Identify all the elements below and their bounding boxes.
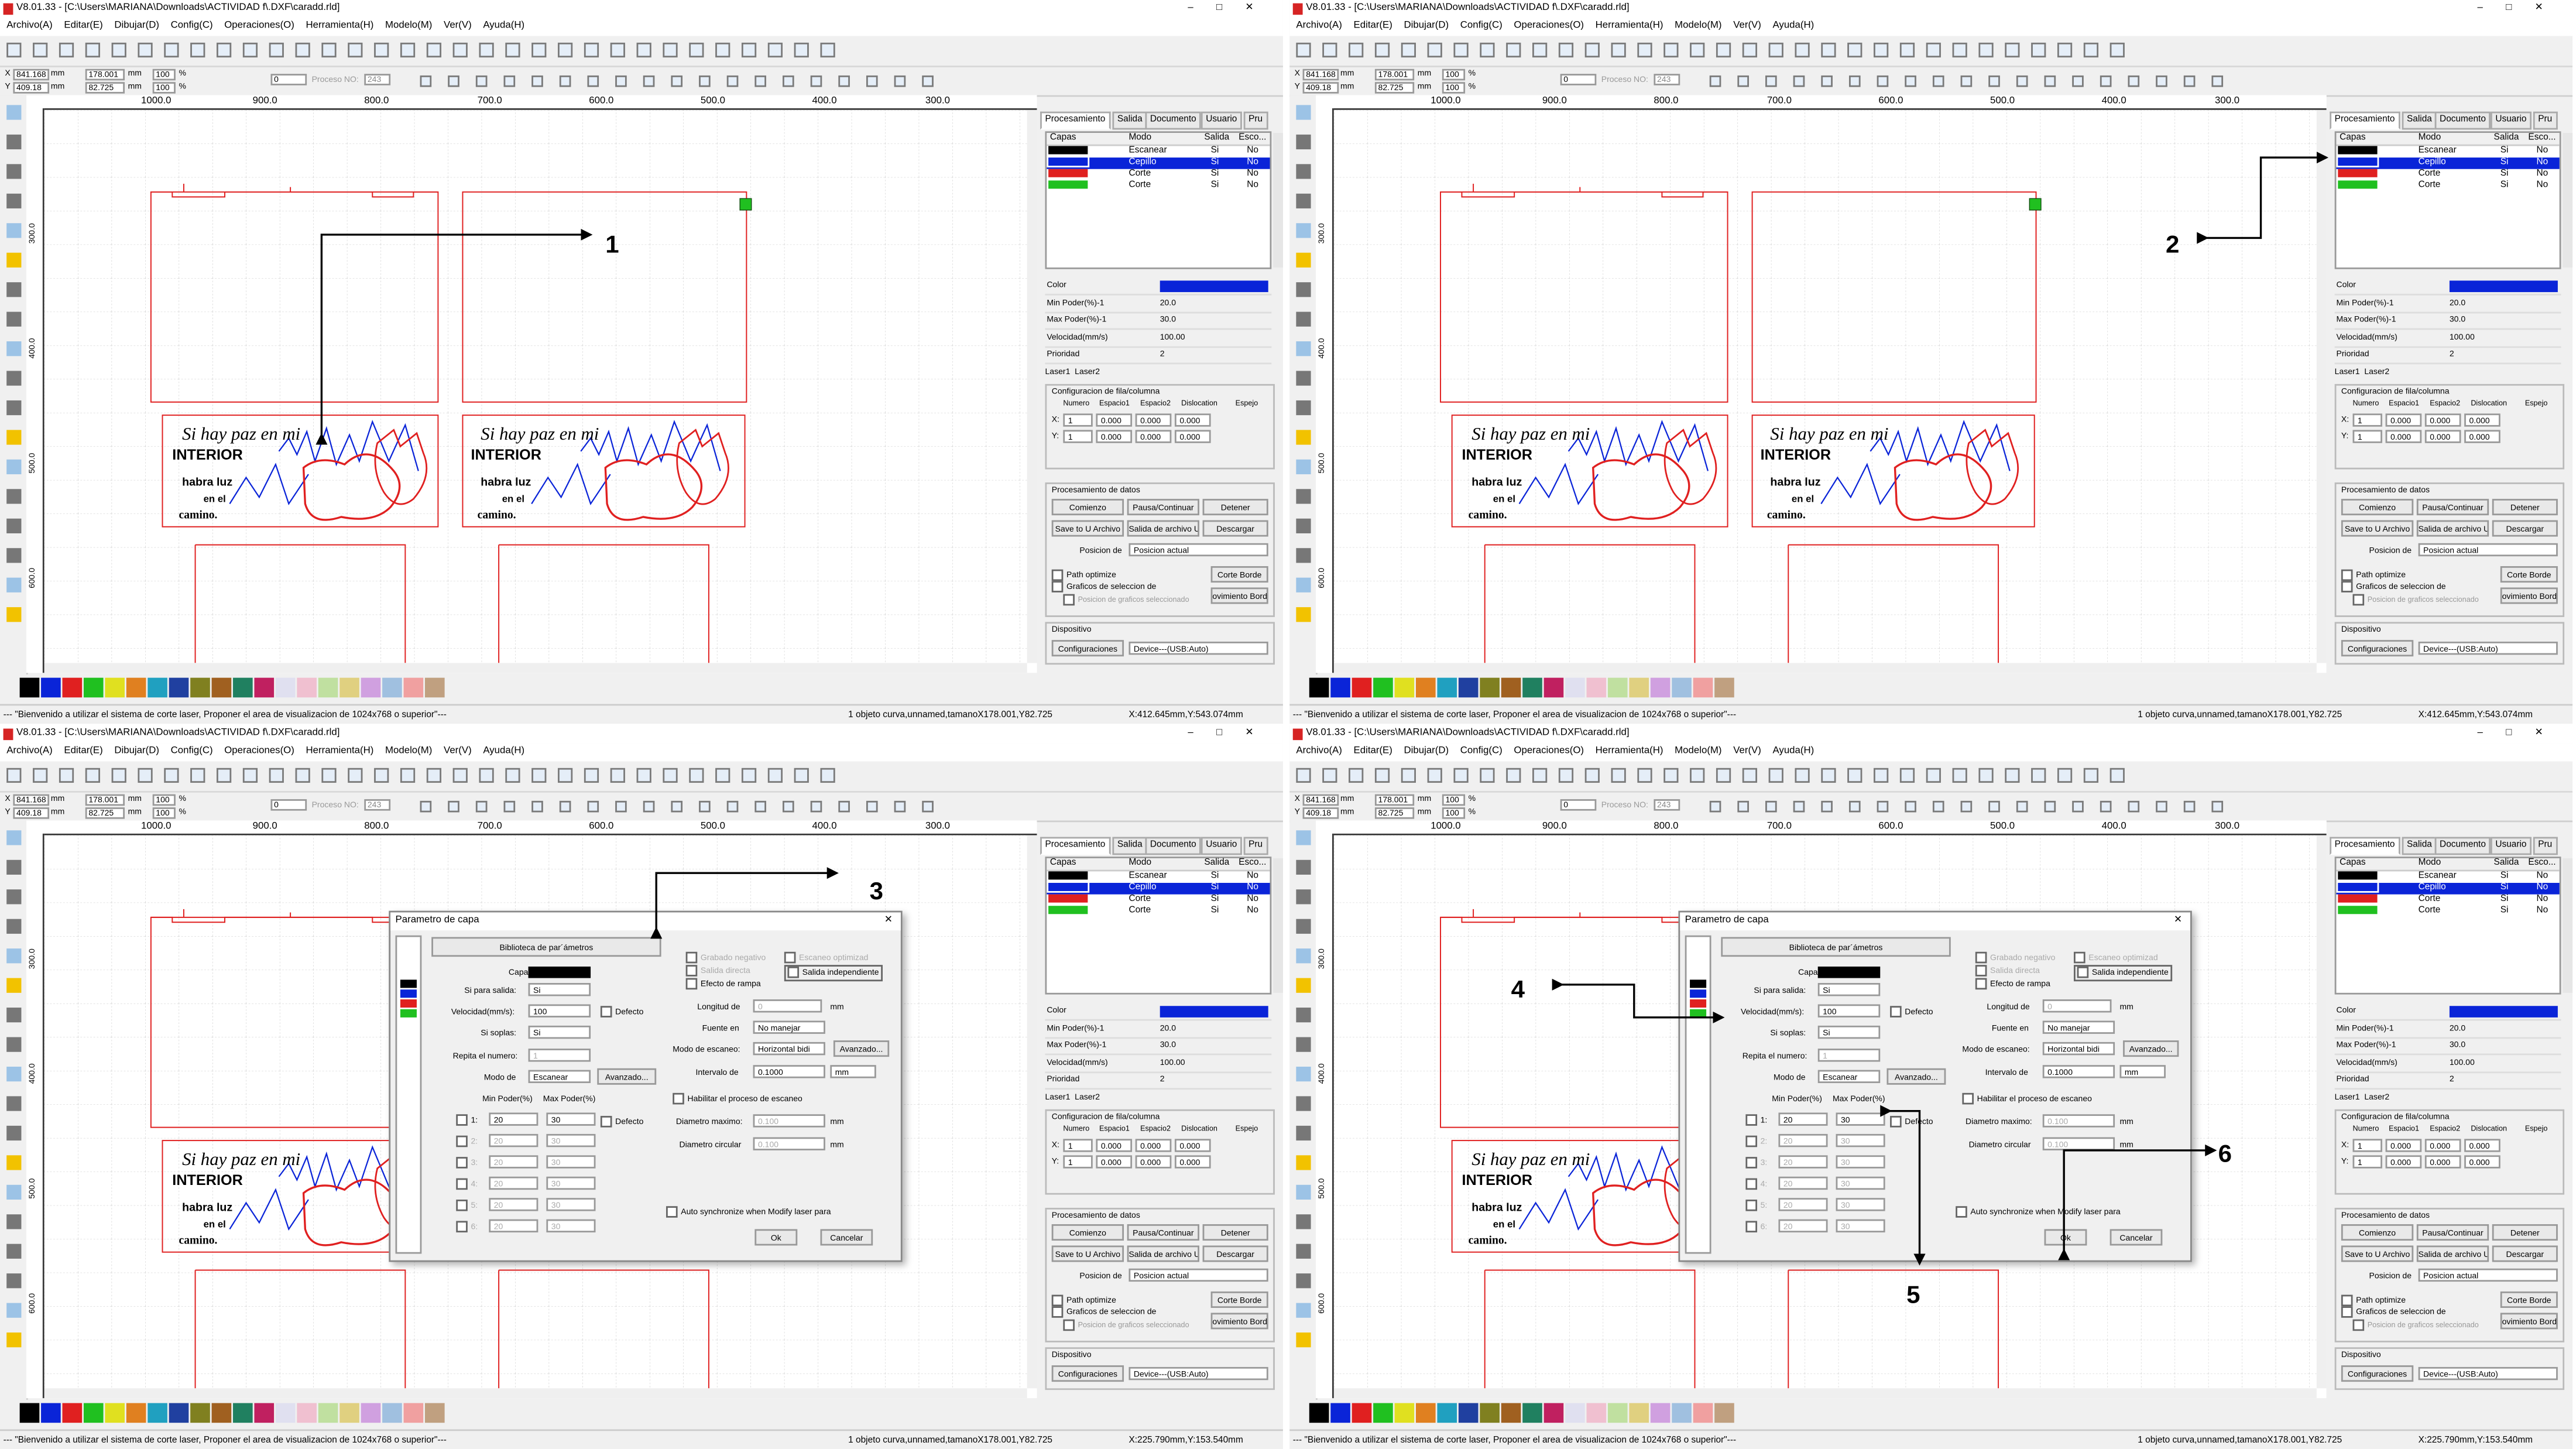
- annotation-arrow-3: [650, 867, 839, 939]
- annotation-number-5: 5: [1906, 1282, 1920, 1310]
- annotation-arrow-2: [2197, 151, 2329, 244]
- annotation-number-4: 4: [1511, 976, 1525, 1005]
- annotation-number-6: 6: [2218, 1140, 2232, 1169]
- annotation-number-1: 1: [605, 231, 619, 259]
- annotation-number-2: 2: [2165, 231, 2180, 259]
- screenshot-grid: V8.01.33 - [C:\Users\MARIANA\Downloads\A…: [0, 0, 2576, 1449]
- annotation-arrow-6: [2058, 1144, 2217, 1260]
- annotation-overlay: [315, 151, 2329, 1266]
- annotation-arrow-1: [315, 228, 593, 445]
- annotation-arrow-5: [1880, 1105, 1926, 1266]
- annotation-arrow-4: [1552, 978, 1725, 1023]
- annotation-number-3: 3: [869, 878, 883, 906]
